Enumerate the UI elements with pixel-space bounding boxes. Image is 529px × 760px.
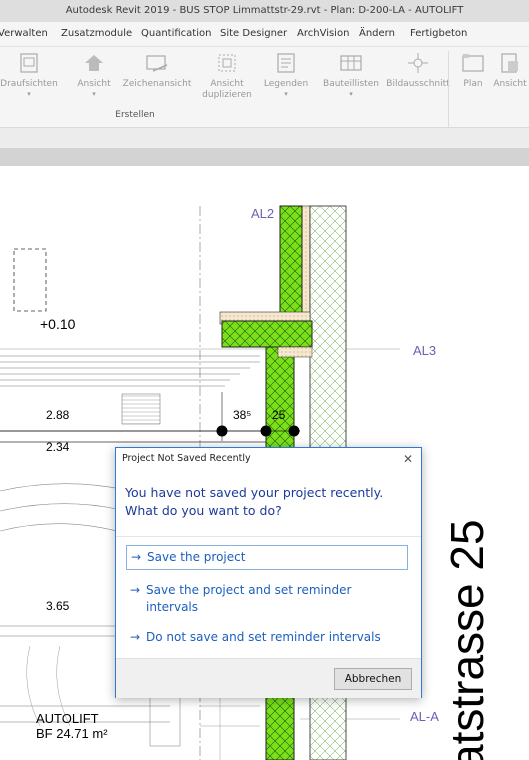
- ansicht-duplizieren-label: Ansicht duplizieren: [202, 79, 252, 100]
- draufsichten-label: Draufsichten: [0, 79, 58, 89]
- tab-archvision[interactable]: ArchVision: [297, 22, 349, 46]
- dimension-288: 2.88: [46, 408, 70, 422]
- save-project-label: Save the project: [147, 550, 246, 564]
- tab-quantification[interactable]: Quantification: [141, 22, 211, 46]
- ansicht-button[interactable]: Ansicht ▾: [74, 51, 114, 113]
- options-bar: [0, 127, 529, 149]
- zeichenansicht-button[interactable]: Zeichenansicht: [120, 51, 194, 113]
- save-project-option[interactable]: → Save the project: [126, 545, 408, 570]
- ribbon-tabs: Verwalten Zusatzmodule Quantification Si…: [0, 22, 529, 47]
- dialog-message-line1: You have not saved your project recently…: [125, 485, 384, 500]
- tab-zusatzmodule[interactable]: Zusatzmodule: [61, 22, 132, 46]
- dialog-message-line2: What do you want to do?: [125, 503, 282, 518]
- do-not-save-option[interactable]: → Do not save and set reminder intervals: [126, 626, 408, 649]
- legenden-button[interactable]: Legenden ▾: [258, 51, 314, 113]
- room-area: BF 24.71 m²: [36, 726, 108, 741]
- zeichenansicht-label: Zeichenansicht: [122, 79, 192, 89]
- draufsichten-button[interactable]: Draufsichten ▾: [0, 51, 58, 113]
- dimension-385: 38⁵: [233, 408, 252, 422]
- place-view-icon: [501, 53, 518, 73]
- title-bar: Autodesk Revit 2019 - BUS STOP Limmattst…: [0, 0, 529, 22]
- grid-label-ala: AL-A: [410, 709, 439, 724]
- bauteillisten-button[interactable]: Bauteillisten ▾: [320, 51, 382, 113]
- tab-aendern[interactable]: Ändern: [359, 22, 395, 46]
- street-label: atstrasse 25: [441, 519, 493, 760]
- dimension-234: 2.34: [46, 440, 70, 454]
- dialog-message: You have not saved your project recently…: [125, 484, 413, 520]
- do-not-save-label: Do not save and set reminder intervals: [146, 630, 381, 644]
- chevron-down-icon: ▾: [27, 90, 31, 98]
- tab-site-designer[interactable]: Site Designer: [220, 22, 287, 46]
- schedules-icon: [340, 55, 362, 71]
- bildausschnitt-button[interactable]: Bildausschnitt: [384, 51, 452, 113]
- view-tab-strip: [0, 148, 529, 166]
- ansicht-duplizieren-button[interactable]: Ansicht duplizieren: [198, 51, 256, 113]
- place-ansicht-button[interactable]: Ansicht: [490, 51, 529, 113]
- chevron-down-icon: ▾: [92, 90, 96, 98]
- bauteillisten-label: Bauteillisten: [323, 79, 379, 89]
- chevron-down-icon: ▾: [349, 90, 353, 98]
- bildausschnitt-label: Bildausschnitt: [386, 79, 450, 89]
- room-name: AUTOLIFT: [36, 711, 99, 726]
- window-title: Autodesk Revit 2019 - BUS STOP Limmattst…: [65, 5, 464, 16]
- save-and-set-reminder-option[interactable]: → Save the project and set reminder inter…: [126, 579, 408, 619]
- arrow-right-icon: →: [131, 550, 142, 564]
- dimension-25: 25: [272, 408, 286, 422]
- plan-views-icon: [20, 53, 38, 73]
- sheet-icon: [462, 54, 484, 72]
- grid-label-al2: AL2: [251, 206, 275, 221]
- plan-label: Plan: [463, 79, 483, 89]
- save-and-set-reminder-label-2: intervals: [146, 600, 199, 614]
- tab-verwalten[interactable]: Verwalten: [0, 22, 48, 46]
- plan-button[interactable]: Plan: [458, 51, 488, 113]
- grid-label-al3: AL3: [413, 343, 437, 358]
- legenden-label: Legenden: [263, 79, 309, 89]
- save-reminder-dialog: Project Not Saved Recently ✕ You have no…: [115, 447, 422, 698]
- ribbon-panel: Draufsichten ▾ Ansicht ▾ Zeichenansicht …: [0, 47, 529, 159]
- chevron-down-icon: ▾: [284, 90, 288, 98]
- dimension-365: 3.65: [46, 599, 70, 613]
- level-marker: +0.10: [40, 316, 76, 332]
- ansicht-label: Ansicht: [77, 79, 111, 89]
- tab-fertigbeton[interactable]: Fertigbeton: [410, 22, 467, 46]
- arrow-right-icon: →: [130, 583, 141, 597]
- save-and-set-reminder-label: Save the project and set reminder: [146, 583, 352, 597]
- arrow-right-icon: →: [130, 630, 141, 644]
- revit-window: Autodesk Revit 2019 - BUS STOP Limmattst…: [0, 0, 529, 760]
- ribbon-group-label: Erstellen: [115, 110, 155, 120]
- dialog-title-bar: Project Not Saved Recently ✕: [116, 448, 421, 470]
- dialog-title: Project Not Saved Recently: [122, 453, 251, 464]
- cancel-button[interactable]: Abbrechen: [334, 668, 412, 690]
- duplicate-view-icon: [218, 54, 236, 72]
- room-tag: AUTOLIFT BF 24.71 m²: [36, 711, 108, 741]
- drafting-view-icon: [146, 55, 168, 72]
- place-ansicht-label: Ansicht: [493, 79, 527, 89]
- house-view-icon: [85, 55, 103, 71]
- close-icon[interactable]: ✕: [397, 448, 413, 470]
- dialog-footer: Abbrechen: [116, 658, 421, 698]
- legends-icon: [277, 53, 295, 73]
- dialog-divider: [116, 536, 421, 537]
- scope-box-icon: [408, 53, 428, 73]
